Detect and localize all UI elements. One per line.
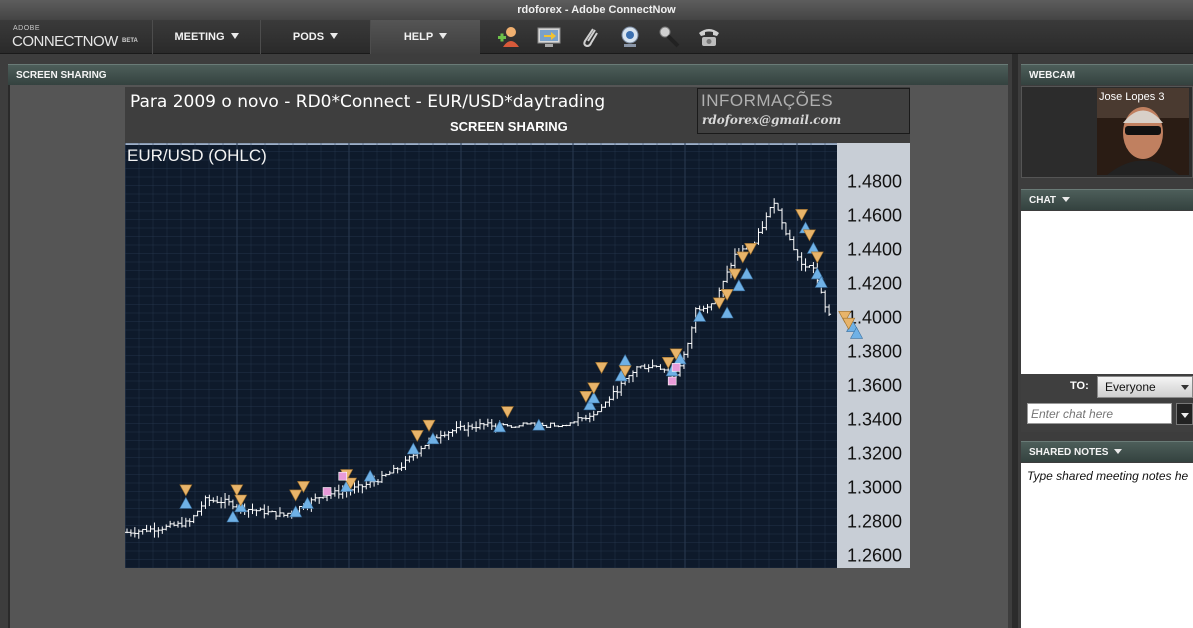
meeting-menu[interactable]: MEETING: [152, 20, 260, 54]
pods-menu[interactable]: PODS: [260, 20, 370, 54]
shared-notes-area[interactable]: [1021, 463, 1193, 628]
info-title: INFORMAÇÕES: [701, 91, 834, 110]
chevron-down-icon: [1062, 197, 1071, 202]
connectnow-logo: ADOBE CONNECTNOW BETA: [12, 24, 152, 52]
window-title: rdoforex - Adobe ConnectNow: [0, 0, 1193, 20]
chart-tick-label: 1.3200: [847, 443, 902, 463]
chevron-down-icon: [439, 33, 448, 39]
meeting-menu-label: MEETING: [174, 31, 225, 43]
exit-signal-marker: [322, 487, 332, 496]
chat-send-button[interactable]: [1176, 403, 1193, 425]
chat-input[interactable]: [1027, 403, 1172, 424]
shared-notes-header[interactable]: SHARED NOTES: [1021, 441, 1193, 462]
pane-divider[interactable]: [1012, 54, 1018, 628]
exit-signal-marker: [667, 376, 677, 386]
chevron-down-icon: [330, 33, 339, 39]
help-menu[interactable]: HELP: [370, 20, 480, 54]
chat-to-label: TO:: [1070, 380, 1089, 392]
webcam-participant-name: Jose Lopes 3: [1099, 91, 1165, 103]
chat-messages[interactable]: [1021, 211, 1193, 374]
chart-tick-label: 1.3800: [847, 341, 902, 361]
chart-tick-label: 1.4400: [847, 239, 902, 259]
share-screen-icon[interactable]: [536, 25, 562, 49]
chart-tick-label: 1.4000: [847, 307, 902, 327]
banner-subtitle: SCREEN SHARING: [450, 119, 568, 134]
eurusd-chart: 1.4800 1.4600 1.4400 1.4200 1.4000 1.3800 1.36…: [125, 143, 910, 568]
chat-title: CHAT: [1029, 195, 1057, 206]
banner-title: Para 2009 o novo - RD0*Connect - EUR/USD…: [130, 92, 606, 112]
chart-tick-label: 1.3000: [847, 477, 902, 497]
chart-tick-label: 1.2600: [847, 545, 902, 565]
chevron-down-icon: [230, 33, 239, 39]
logo-beta: BETA: [122, 38, 138, 44]
screen-sharing-header: SCREEN SHARING: [8, 64, 1008, 85]
webcam-icon[interactable]: [617, 25, 643, 49]
webcam-title: WEBCAM: [1029, 70, 1076, 81]
shared-notes-title: SHARED NOTES: [1029, 447, 1109, 458]
connectnow-window: rdoforex - Adobe ConnectNow ADOBE CONNEC…: [0, 0, 1193, 628]
chat-recipient-select[interactable]: Everyone: [1097, 376, 1193, 398]
microphone-icon[interactable]: [656, 25, 682, 49]
chart-tick-label: 1.2800: [847, 511, 902, 531]
logo-adobe: ADOBE: [13, 25, 41, 32]
chat-recipient-value: Everyone: [1105, 380, 1156, 394]
chart-tick-label: 1.3400: [847, 409, 902, 429]
menu-bar: ADOBE CONNECTNOW BETA MEETING PODS HELP: [0, 20, 1193, 54]
logo-name: CONNECTNOW: [12, 33, 118, 50]
add-user-icon[interactable]: [496, 25, 522, 49]
screen-sharing-title: SCREEN SHARING: [16, 70, 107, 81]
shared-notes-placeholder: Type shared meeting notes he: [1027, 469, 1189, 483]
chevron-down-icon: [1181, 413, 1189, 418]
chart-title: EUR/USD (OHLC): [127, 146, 267, 165]
chevron-down-icon: [1181, 385, 1189, 390]
chevron-down-icon: [1114, 449, 1123, 454]
chart-tick-label: 1.4800: [847, 171, 902, 191]
chat-header[interactable]: CHAT: [1021, 189, 1193, 210]
exit-signal-marker: [338, 471, 348, 481]
exit-signal-marker: [671, 363, 681, 372]
help-menu-label: HELP: [403, 31, 434, 43]
chart-tick-label: 1.4600: [847, 205, 902, 225]
info-email: rdoforex@gmail.com: [702, 113, 842, 127]
webcam-header: WEBCAM: [1021, 64, 1193, 85]
chart-tick-label: 1.3600: [847, 375, 902, 395]
chart-tick-label: 1.4200: [847, 273, 902, 293]
phone-icon[interactable]: [696, 25, 722, 49]
attachment-icon[interactable]: [577, 25, 603, 49]
pods-menu-label: PODS: [292, 31, 325, 43]
